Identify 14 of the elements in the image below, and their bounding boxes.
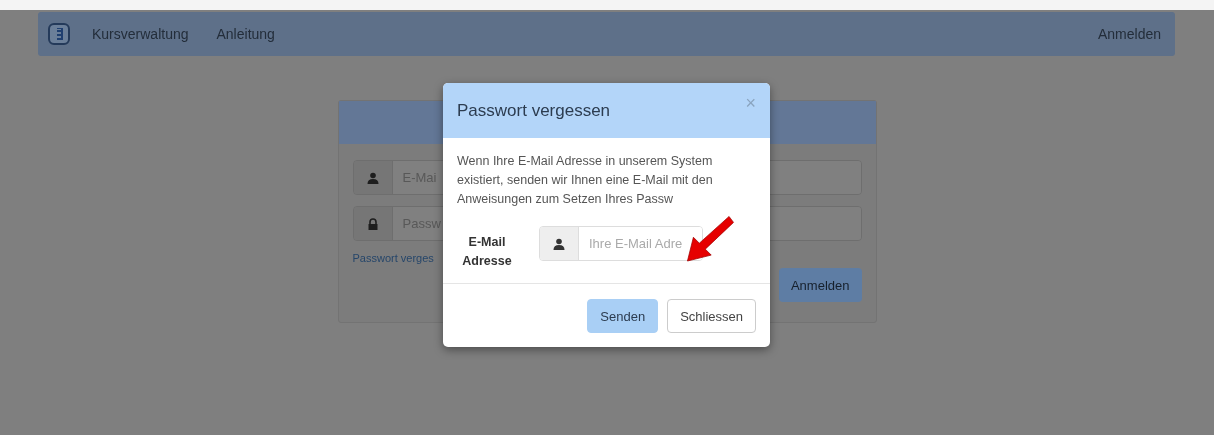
- email-field[interactable]: Ihre E-Mail Adre: [539, 226, 703, 261]
- close-button[interactable]: ×: [745, 93, 756, 114]
- login-link[interactable]: Anmelden: [1097, 26, 1161, 42]
- logo-icon[interactable]: [48, 23, 70, 45]
- modal-message: Wenn Ihre E-Mail Adresse in unserem System existiert, senden wir Ihnen eine E-Mail mit den Anweisungen zum Setzen Ihres Passw: [457, 153, 714, 208]
- forgot-password-link[interactable]: Passwort verges: [352, 252, 434, 264]
- close-dialog-button[interactable]: Schliessen: [667, 299, 756, 333]
- field-label: E-Mail Adresse: [461, 234, 513, 270]
- login-button[interactable]: Anmelden: [778, 268, 862, 302]
- user-icon: [540, 227, 579, 260]
- modal-title: Passwort vergessen: [457, 100, 611, 121]
- nav-link[interactable]: Anleitung: [216, 26, 275, 42]
- send-button[interactable]: Senden: [587, 299, 659, 333]
- nav-link[interactable]: Kursverwaltung: [92, 26, 189, 42]
